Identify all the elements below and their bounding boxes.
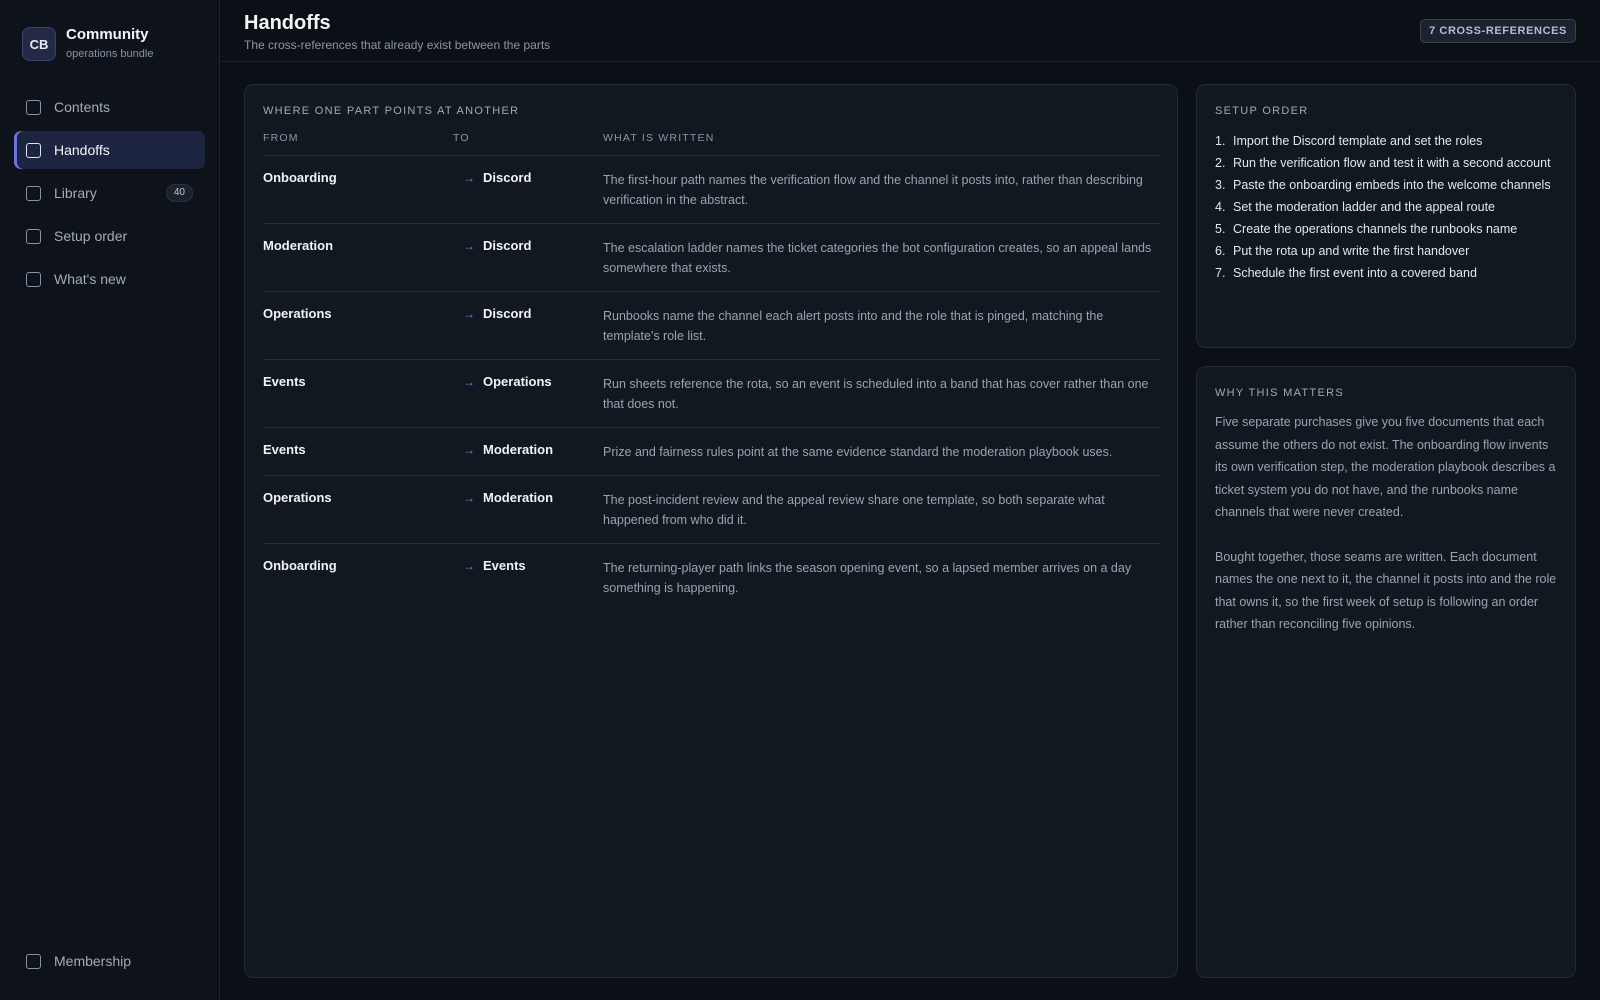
arrow-right-icon: → bbox=[463, 171, 475, 185]
sidebar-item-label: Setup order bbox=[54, 228, 128, 244]
page-subtitle: The cross-references that already exist … bbox=[244, 38, 551, 52]
row-what: The returning-player path links the seas… bbox=[603, 561, 1132, 595]
handoffs-table: Onboarding → Discord The first-hour path… bbox=[263, 155, 1160, 611]
row-from: Moderation bbox=[263, 238, 334, 253]
arrow-right-icon: → bbox=[463, 239, 475, 253]
sidebar-item-label: Library bbox=[54, 185, 97, 201]
sidebar-item-label: What's new bbox=[54, 271, 126, 287]
why-body: Five separate purchases give you five do… bbox=[1215, 411, 1560, 636]
sidebar-item-setup-order[interactable]: Setup order bbox=[14, 217, 205, 255]
row-to: Operations bbox=[483, 374, 552, 389]
setup-order-panel: SETUP ORDER 1. Import the Discord templat… bbox=[1196, 84, 1576, 348]
setup-step-text: Schedule the first event into a covered … bbox=[1233, 266, 1477, 280]
row-from: Events bbox=[263, 442, 306, 457]
list-item: 6. Put the rota up and write the first ha… bbox=[1215, 244, 1470, 258]
row-to: Discord bbox=[483, 306, 532, 321]
list-item: 4. Set the moderation ladder and the appe… bbox=[1215, 200, 1495, 214]
row-to: Discord bbox=[483, 170, 532, 185]
table-row: Onboarding → Discord The first-hour path… bbox=[263, 156, 1160, 224]
sidebar-bottom: Membership bbox=[14, 942, 205, 980]
square-icon bbox=[26, 99, 41, 115]
square-icon bbox=[26, 142, 41, 158]
why-this-matters-panel: WHY THIS MATTERS Five separate purchases… bbox=[1196, 366, 1576, 978]
column-header-what: WHAT IS WRITTEN bbox=[603, 132, 715, 144]
sidebar-item-handoffs[interactable]: Handoffs bbox=[14, 131, 205, 169]
row-what: Runbooks name the channel each alert pos… bbox=[603, 309, 1104, 343]
page-title: Handoffs bbox=[244, 12, 331, 34]
square-icon bbox=[26, 953, 41, 969]
row-to: Events bbox=[483, 558, 526, 573]
column-header-to: TO bbox=[453, 132, 470, 144]
arrow-right-icon: → bbox=[463, 559, 475, 573]
row-from: Onboarding bbox=[263, 170, 337, 185]
arrow-right-icon: → bbox=[463, 375, 475, 389]
sidebar-item-library[interactable]: Library 40 bbox=[14, 174, 205, 212]
table-row: Moderation → Discord The escalation ladd… bbox=[263, 224, 1160, 292]
sidebar-item-label: Membership bbox=[54, 953, 132, 969]
setup-order-list: 1. Import the Discord template and set th… bbox=[1215, 130, 1560, 284]
setup-step-text: Create the operations channels the runbo… bbox=[1233, 222, 1518, 236]
sidebar-item-contents[interactable]: Contents bbox=[14, 88, 205, 126]
row-to: Discord bbox=[483, 238, 532, 253]
square-icon bbox=[26, 271, 41, 287]
brand-logo: CB bbox=[22, 27, 56, 61]
setup-step-text: Run the verification flow and test it wi… bbox=[1233, 156, 1551, 170]
table-row: Operations → Moderation The post-inciden… bbox=[263, 476, 1160, 544]
brand-title: Community bbox=[66, 26, 149, 43]
setup-step-text: Import the Discord template and set the … bbox=[1233, 134, 1483, 148]
square-icon bbox=[26, 228, 41, 244]
arrow-right-icon: → bbox=[463, 491, 475, 505]
table-row: Operations → Discord Runbooks name the c… bbox=[263, 292, 1160, 360]
sidebar-item-membership[interactable]: Membership bbox=[14, 942, 205, 980]
sidebar-nav: Contents Handoffs Library 40 Setup order… bbox=[14, 88, 205, 303]
row-what: The escalation ladder names the ticket c… bbox=[603, 241, 1152, 275]
row-what: The post-incident review and the appeal … bbox=[603, 493, 1105, 527]
square-icon bbox=[26, 185, 41, 201]
setup-step-text: Set the moderation ladder and the appeal… bbox=[1233, 200, 1495, 214]
row-from: Onboarding bbox=[263, 558, 337, 573]
row-what: The first-hour path names the verificati… bbox=[603, 173, 1143, 207]
handoffs-panel: WHERE ONE PART POINTS AT ANOTHER FROM TO… bbox=[244, 84, 1178, 978]
setup-step-text: Put the rota up and write the first hand… bbox=[1233, 244, 1470, 258]
sidebar: CB Community operations bundle Contents … bbox=[0, 0, 220, 1000]
sidebar-item-label: Contents bbox=[54, 99, 111, 115]
setup-step-text: Paste the onboarding embeds into the wel… bbox=[1233, 178, 1551, 192]
sidebar-item-whats-new[interactable]: What's new bbox=[14, 260, 205, 298]
page-header: Handoffs The cross-references that alrea… bbox=[221, 0, 1600, 62]
table-row: Events → Operations Run sheets reference… bbox=[263, 360, 1160, 428]
why-paragraph: Bought together, those seams are written… bbox=[1215, 549, 1557, 632]
table-row: Events → Moderation Prize and fairness r… bbox=[263, 428, 1160, 476]
arrow-right-icon: → bbox=[463, 307, 475, 321]
row-from: Operations bbox=[263, 490, 332, 505]
row-from: Operations bbox=[263, 306, 332, 321]
list-item: 7. Schedule the first event into a covere… bbox=[1215, 266, 1477, 280]
list-item: 1. Import the Discord template and set th… bbox=[1215, 134, 1483, 148]
column-header-from: FROM bbox=[263, 132, 299, 144]
why-paragraph: Five separate purchases give you five do… bbox=[1215, 415, 1556, 519]
why-heading: WHY THIS MATTERS bbox=[1215, 387, 1344, 399]
row-from: Events bbox=[263, 374, 306, 389]
library-count-badge: 40 bbox=[165, 184, 193, 202]
list-item: 5. Create the operations channels the run… bbox=[1215, 222, 1518, 236]
row-to: Moderation bbox=[483, 490, 554, 505]
row-what: Run sheets reference the rota, so an eve… bbox=[603, 377, 1149, 411]
arrow-right-icon: → bbox=[463, 443, 475, 457]
cross-reference-count-badge: 7 CROSS-REFERENCES bbox=[1420, 19, 1576, 43]
list-item: 2. Run the verification flow and test it … bbox=[1215, 156, 1551, 170]
row-to: Moderation bbox=[483, 442, 554, 457]
setup-order-heading: SETUP ORDER bbox=[1215, 105, 1309, 117]
handoffs-heading: WHERE ONE PART POINTS AT ANOTHER bbox=[263, 105, 520, 117]
brand[interactable]: CB Community operations bundle bbox=[22, 26, 153, 62]
row-what: Prize and fairness rules point at the sa… bbox=[603, 445, 1113, 459]
sidebar-item-label: Handoffs bbox=[54, 142, 110, 158]
table-row: Onboarding → Events The returning-player… bbox=[263, 544, 1160, 611]
list-item: 3. Paste the onboarding embeds into the w… bbox=[1215, 178, 1551, 192]
brand-subtitle: operations bundle bbox=[66, 48, 154, 60]
